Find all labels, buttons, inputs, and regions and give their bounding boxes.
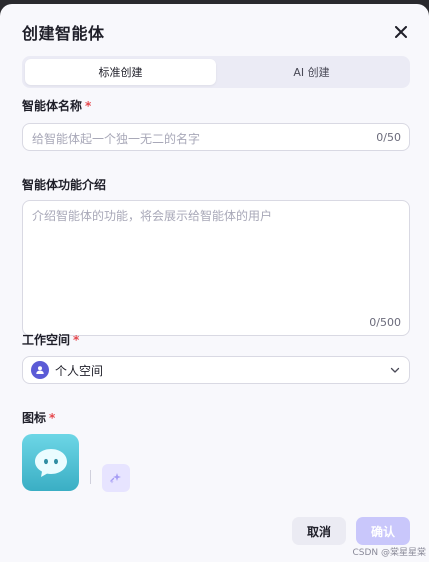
close-icon	[395, 26, 407, 38]
icon-label: 图标 *	[22, 409, 55, 426]
chevron-down-icon	[390, 367, 400, 373]
create-agent-dialog: 创建智能体 标准创建 AI 创建 智能体名称 * 给智能体起一个独一无二的名字 0…	[0, 4, 429, 562]
workspace-label: 工作空间 *	[22, 331, 79, 348]
description-placeholder: 介绍智能体的功能，将会展示给智能体的用户	[32, 209, 273, 223]
tab-standard-create[interactable]: 标准创建	[25, 59, 216, 85]
cancel-button[interactable]: 取消	[292, 517, 346, 545]
create-mode-tabs: 标准创建 AI 创建	[22, 56, 410, 88]
close-button[interactable]	[391, 22, 411, 42]
chat-bubble-icon	[34, 448, 67, 477]
name-label: 智能体名称 *	[22, 97, 91, 114]
tab-ai-create[interactable]: AI 创建	[216, 59, 407, 85]
person-icon	[31, 361, 49, 379]
watermark: CSDN @棠星星棠	[352, 548, 426, 558]
name-char-counter: 0/50	[376, 131, 401, 144]
agent-avatar[interactable]	[22, 434, 79, 491]
dialog-title: 创建智能体	[22, 24, 105, 43]
ai-generate-icon-button[interactable]	[102, 464, 130, 492]
agent-name-input[interactable]: 给智能体起一个独一无二的名字 0/50	[22, 123, 410, 151]
icon-divider	[90, 470, 91, 484]
required-mark: *	[73, 333, 80, 347]
name-label-text: 智能体名称	[22, 99, 83, 113]
description-char-counter: 0/500	[369, 316, 401, 329]
workspace-selected-value: 个人空间	[55, 363, 104, 378]
workspace-label-text: 工作空间	[22, 333, 71, 347]
description-label: 智能体功能介绍	[22, 178, 107, 192]
workspace-select[interactable]: 个人空间	[22, 356, 410, 384]
name-placeholder: 给智能体起一个独一无二的名字	[32, 132, 201, 146]
dialog-header: 创建智能体	[22, 20, 411, 44]
required-mark: *	[85, 99, 92, 113]
required-mark: *	[49, 411, 56, 425]
icon-label-text: 图标	[22, 411, 47, 425]
sparkle-icon	[110, 473, 121, 484]
agent-description-textarea[interactable]: 介绍智能体的功能，将会展示给智能体的用户 0/500	[22, 200, 410, 336]
confirm-button[interactable]: 确认	[356, 517, 410, 545]
